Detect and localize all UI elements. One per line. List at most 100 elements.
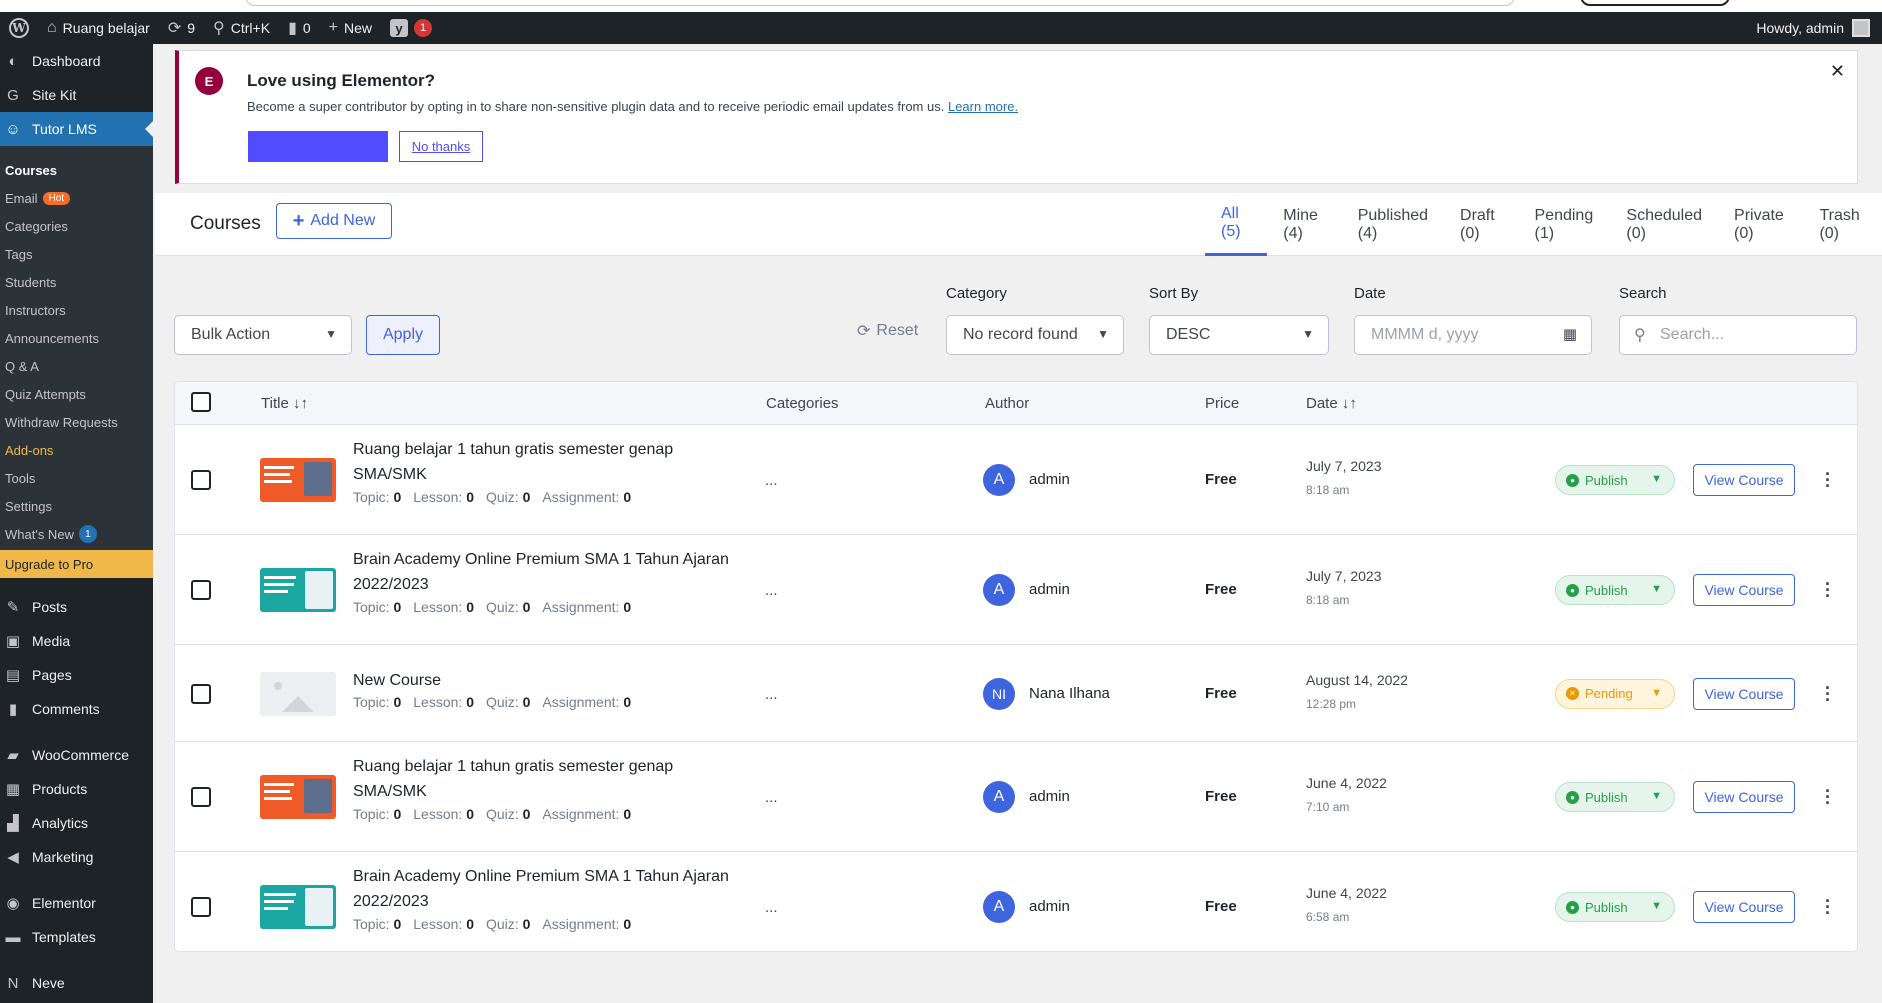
search-input[interactable]: ⚲ Search... bbox=[1619, 315, 1857, 355]
submenu-students[interactable]: Students bbox=[0, 268, 153, 296]
menu-templates[interactable]: ▬ Templates bbox=[0, 920, 153, 954]
menu-elementor[interactable]: ◉ Elementor bbox=[0, 886, 153, 920]
course-title-link[interactable]: Ruang belajar 1 tahun gratis semester ge… bbox=[353, 437, 773, 487]
view-course-button[interactable]: View Course bbox=[1693, 891, 1795, 923]
submenu-qa[interactable]: Q & A bbox=[0, 352, 153, 380]
submenu-announcements[interactable]: Announcements bbox=[0, 324, 153, 352]
status-select[interactable]: ● Publish ▼ bbox=[1555, 465, 1675, 495]
menu-neve[interactable]: N Neve bbox=[0, 966, 153, 1000]
menu-media[interactable]: ▣ Media bbox=[0, 624, 153, 658]
course-thumbnail[interactable] bbox=[260, 885, 336, 929]
menu-label: Neve bbox=[32, 975, 65, 991]
row-checkbox[interactable] bbox=[191, 580, 211, 600]
tab-trash[interactable]: Trash (0) bbox=[1803, 193, 1882, 256]
submenu-instructors[interactable]: Instructors bbox=[0, 296, 153, 324]
more-options-icon[interactable]: · · · bbox=[1825, 782, 1831, 812]
menu-marketing[interactable]: ◀ Marketing bbox=[0, 840, 153, 874]
menu-tutor-lms[interactable]: ☺ Tutor LMS bbox=[0, 112, 153, 146]
status-select[interactable]: ● Publish ▼ bbox=[1555, 782, 1675, 812]
reset-button[interactable]: ⟳ Reset bbox=[857, 321, 918, 341]
learn-more-link[interactable]: Learn more. bbox=[948, 99, 1018, 114]
submenu-label: What's New bbox=[5, 526, 74, 542]
submenu-settings[interactable]: Settings bbox=[0, 492, 153, 520]
th-title[interactable]: Title ↓↑ bbox=[261, 395, 308, 412]
view-course-button[interactable]: View Course bbox=[1693, 677, 1795, 710]
updates-menu[interactable]: ⟳ 9 bbox=[159, 12, 204, 44]
course-title-link[interactable]: Ruang belajar 1 tahun gratis semester ge… bbox=[353, 754, 773, 804]
menu-dashboard[interactable]: ◐ Dashboard bbox=[0, 44, 153, 78]
course-thumbnail[interactable] bbox=[260, 458, 336, 502]
th-date[interactable]: Date ↓↑ bbox=[1306, 395, 1357, 412]
menu-products[interactable]: ▦ Products bbox=[0, 772, 153, 806]
submenu-tools[interactable]: Tools bbox=[0, 464, 153, 492]
category-select[interactable]: No record found ▼ bbox=[946, 315, 1124, 355]
course-title-link[interactable]: Brain Academy Online Premium SMA 1 Tahun… bbox=[353, 547, 773, 597]
menu-woocommerce[interactable]: ▰ WooCommerce bbox=[0, 738, 153, 772]
submenu-quiz-attempts[interactable]: Quiz Attempts bbox=[0, 380, 153, 408]
submenu-withdraw[interactable]: Withdraw Requests bbox=[0, 408, 153, 436]
more-options-icon[interactable]: · · · bbox=[1825, 575, 1831, 605]
view-course-button[interactable]: View Course bbox=[1693, 574, 1795, 606]
menu-analytics[interactable]: ▟ Analytics bbox=[0, 806, 153, 840]
more-options-icon[interactable]: · · · bbox=[1825, 892, 1831, 922]
add-new-button[interactable]: + Add New bbox=[276, 203, 392, 239]
account-menu[interactable]: Howdy, admin bbox=[1756, 12, 1870, 44]
close-icon[interactable]: ✕ bbox=[1830, 61, 1845, 82]
view-course-button[interactable]: View Course bbox=[1693, 464, 1795, 496]
tab-all[interactable]: All (5) bbox=[1205, 193, 1268, 256]
sort-label: Sort By bbox=[1149, 285, 1199, 302]
tab-published[interactable]: Published (4) bbox=[1342, 193, 1444, 256]
view-course-button[interactable]: View Course bbox=[1693, 781, 1795, 813]
tutor-icon: ☺ bbox=[5, 120, 21, 138]
course-thumbnail[interactable] bbox=[260, 671, 336, 716]
submenu-addons[interactable]: Add-ons bbox=[0, 436, 153, 464]
submenu-categories[interactable]: Categories bbox=[0, 212, 153, 240]
status-select[interactable]: ● Publish ▼ bbox=[1555, 892, 1675, 922]
menu-comments[interactable]: ▮ Comments bbox=[0, 692, 153, 726]
more-options-icon[interactable]: · · · bbox=[1825, 679, 1831, 709]
elementor-icon: E bbox=[195, 67, 223, 95]
top-search-field[interactable] bbox=[245, 0, 1515, 6]
apply-button[interactable]: Apply bbox=[366, 315, 440, 355]
row-checkbox[interactable] bbox=[191, 787, 211, 807]
tab-private[interactable]: Private (0) bbox=[1718, 193, 1803, 256]
wp-logo-menu[interactable]: W bbox=[0, 12, 38, 44]
status-icon: ● bbox=[1566, 583, 1579, 597]
course-title-link[interactable]: New Course bbox=[353, 668, 773, 693]
submenu-tags[interactable]: Tags bbox=[0, 240, 153, 268]
row-checkbox[interactable] bbox=[191, 683, 211, 704]
date-input[interactable]: MMMM d, yyyy ▦ bbox=[1354, 315, 1592, 355]
submenu-upgrade[interactable]: Upgrade to Pro bbox=[0, 550, 153, 578]
tab-mine[interactable]: Mine (4) bbox=[1267, 193, 1341, 256]
command-search[interactable]: ⚲ Ctrl+K bbox=[204, 12, 279, 44]
tab-scheduled[interactable]: Scheduled (0) bbox=[1610, 193, 1718, 256]
menu-posts[interactable]: ✎ Posts bbox=[0, 590, 153, 624]
opt-in-button[interactable]: Sure! I'd love to help bbox=[248, 131, 388, 162]
row-checkbox[interactable] bbox=[191, 897, 211, 917]
tab-pending[interactable]: Pending (1) bbox=[1519, 193, 1611, 256]
bulk-action-select[interactable]: Bulk Action ▼ bbox=[174, 315, 352, 355]
course-thumbnail[interactable] bbox=[260, 568, 336, 612]
new-content-menu[interactable]: + New bbox=[320, 12, 381, 44]
author-name: admin bbox=[1029, 898, 1070, 915]
submenu-courses[interactable]: Courses bbox=[0, 156, 153, 184]
course-title-link[interactable]: Brain Academy Online Premium SMA 1 Tahun… bbox=[353, 864, 773, 914]
top-button[interactable] bbox=[1580, 0, 1730, 6]
no-thanks-button[interactable]: No thanks bbox=[399, 131, 483, 162]
sort-select[interactable]: DESC ▼ bbox=[1149, 315, 1329, 355]
tab-draft[interactable]: Draft (0) bbox=[1444, 193, 1518, 256]
yoast-menu[interactable]: y1 bbox=[381, 12, 441, 44]
submenu-whats-new[interactable]: What's New 1 bbox=[0, 520, 153, 548]
more-options-icon[interactable]: · · · bbox=[1825, 465, 1831, 495]
course-thumbnail[interactable] bbox=[260, 775, 336, 819]
menu-sitekit[interactable]: G Site Kit bbox=[0, 78, 153, 112]
select-all-checkbox[interactable] bbox=[191, 392, 211, 412]
status-select[interactable]: ● Publish ▼ bbox=[1555, 575, 1675, 605]
submenu-email[interactable]: Email Hot bbox=[0, 184, 153, 212]
archive-icon: ▦ bbox=[5, 781, 21, 798]
row-checkbox[interactable] bbox=[191, 470, 211, 490]
site-name-menu[interactable]: ⌂ Ruang belajar bbox=[38, 12, 159, 44]
status-select[interactable]: ✕ Pending ▼ bbox=[1555, 678, 1675, 709]
comments-menu[interactable]: ▮ 0 bbox=[279, 12, 320, 44]
menu-pages[interactable]: ▤ Pages bbox=[0, 658, 153, 692]
